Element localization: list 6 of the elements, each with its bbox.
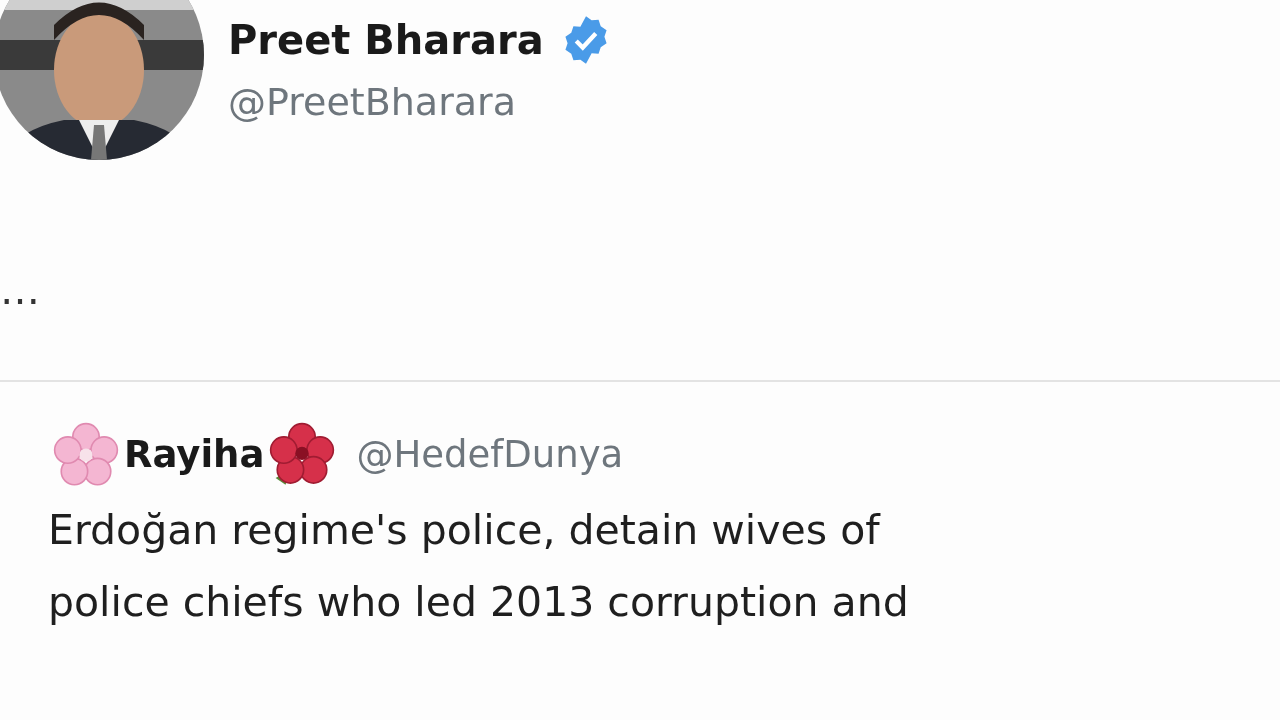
quoted-text: Erdoğan regime's police, detain wives of police chiefs who led 2013 corruption and xyxy=(48,505,910,628)
quoted-handle: @HedefDunya xyxy=(356,432,624,479)
author-name: Preet Bharara xyxy=(228,18,544,62)
quoted-name: Rayiha xyxy=(124,432,265,479)
more-text: … xyxy=(0,270,41,310)
author-handle: @PreetBharara xyxy=(228,82,517,124)
